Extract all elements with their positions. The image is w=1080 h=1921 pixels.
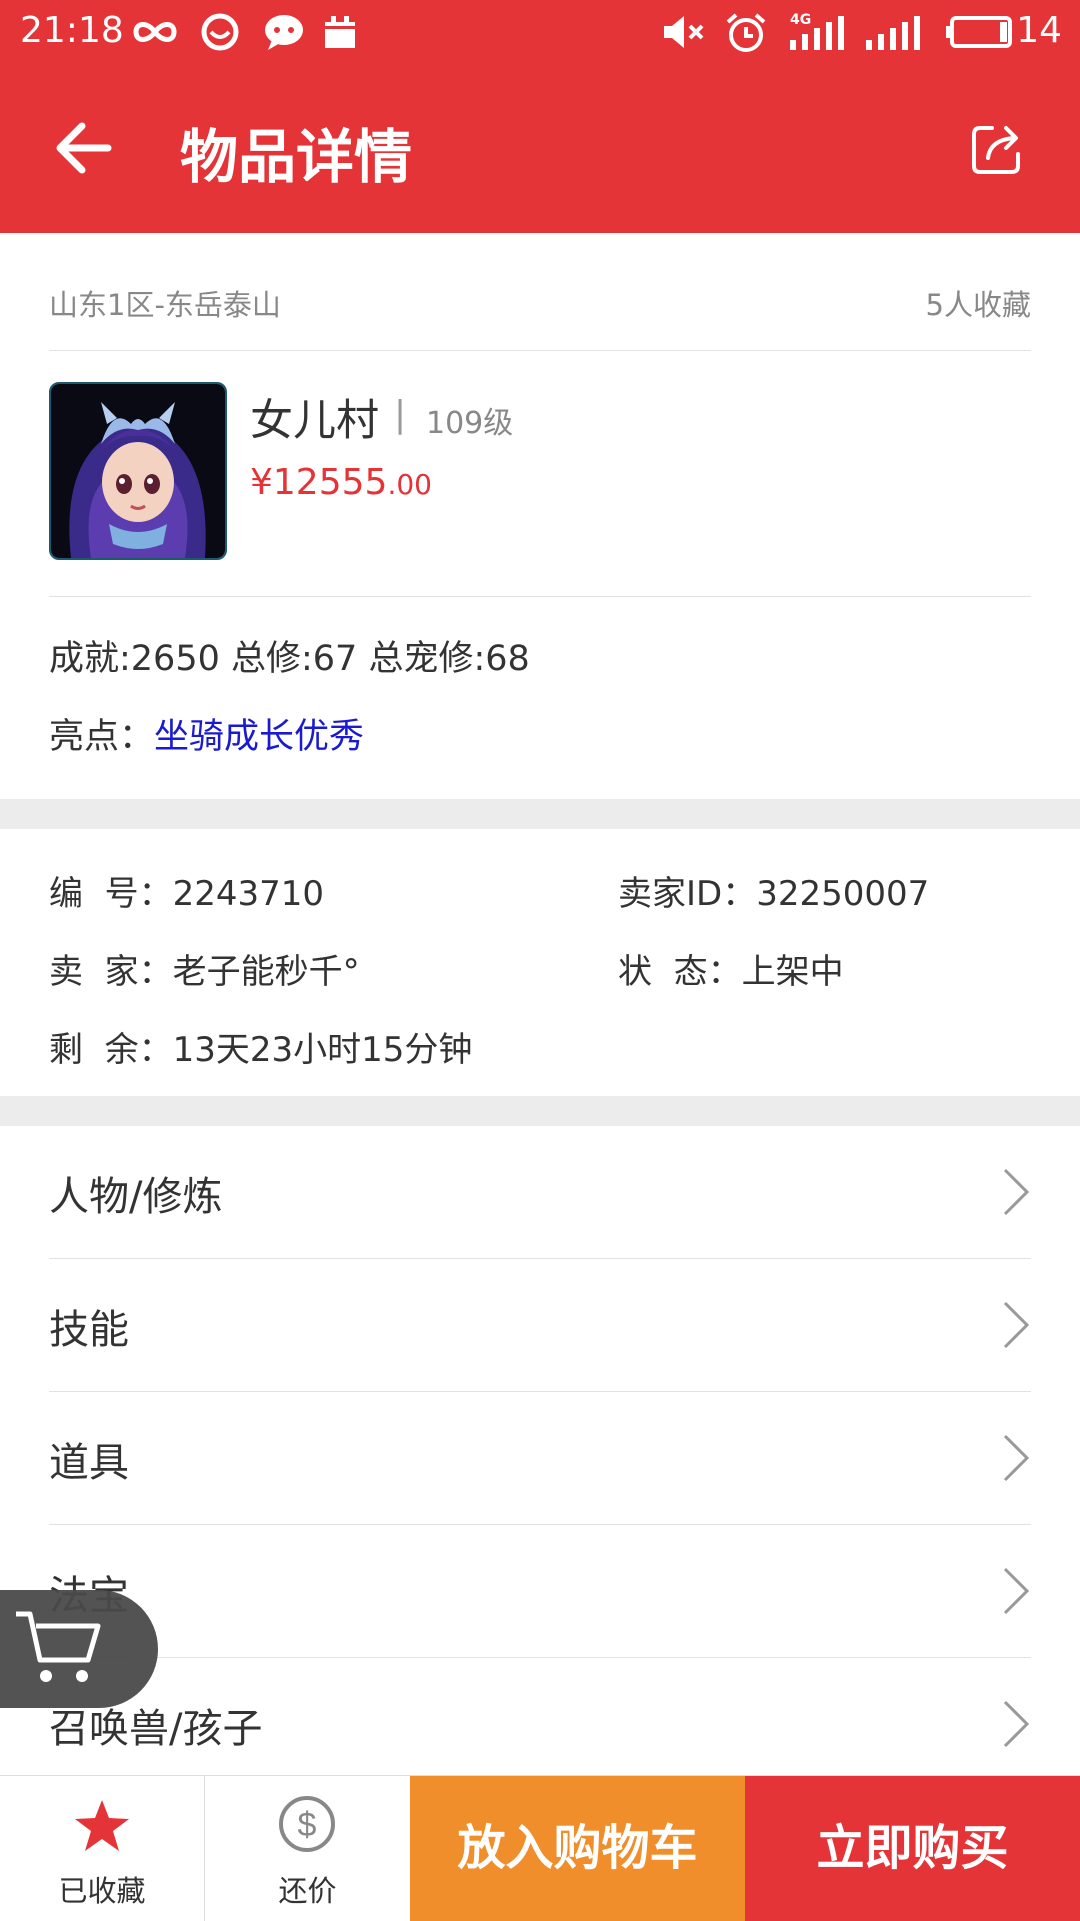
calendar-icon xyxy=(325,16,355,48)
seller-id-label: 卖家ID： xyxy=(618,874,757,914)
chevron-right-icon xyxy=(1003,1168,1030,1216)
status-value: 上架中 xyxy=(741,952,844,992)
favorite-button[interactable]: 已收藏 xyxy=(0,1776,205,1921)
infinity-icon xyxy=(133,22,177,42)
bargain-label: 还价 xyxy=(278,1874,337,1908)
listing-status: 状 态：上架中 xyxy=(618,944,844,993)
item-id-value: 2243710 xyxy=(172,874,325,914)
divider xyxy=(49,350,1031,351)
signal-icon-2 xyxy=(866,16,920,50)
dollar-coin-icon: $ xyxy=(279,1796,335,1852)
battery-level: 14 xyxy=(1016,10,1062,51)
battery-icon xyxy=(946,16,1012,48)
menu-item-label: 道具 xyxy=(49,1440,129,1486)
star-icon xyxy=(75,1800,129,1851)
price-decimal: .00 xyxy=(387,468,432,501)
menu-item-items[interactable]: 道具 xyxy=(49,1392,1031,1525)
character-avatar xyxy=(49,382,227,560)
character-portrait-image xyxy=(51,384,225,558)
highlight-value: 坐骑成长优秀 xyxy=(154,717,365,757)
chevron-right-icon xyxy=(1003,1301,1030,1349)
item-highlight: 亮点：坐骑成长优秀 xyxy=(49,708,364,759)
back-arrow-icon[interactable] xyxy=(52,118,116,178)
menu-item-summons[interactable]: 召唤兽/孩子 xyxy=(49,1658,1031,1791)
highlight-label: 亮点： xyxy=(49,717,155,757)
remaining-value: 13天23小时15分钟 xyxy=(172,1030,473,1070)
time-remaining: 剩 余：13天23小时15分钟 xyxy=(49,1022,472,1071)
seller-id: 卖家ID：32250007 xyxy=(618,866,929,915)
chat-bubble-icon xyxy=(265,15,303,50)
seller-value: 老子能秒千° xyxy=(172,952,360,992)
status-time: 21:18 xyxy=(20,10,124,51)
status-label: 状 态： xyxy=(618,952,742,992)
item-level: 109级 xyxy=(426,406,514,441)
menu-item-treasures[interactable]: 法宝 xyxy=(49,1525,1031,1658)
divider xyxy=(49,596,1031,597)
menu-item-skills[interactable]: 技能 xyxy=(49,1259,1031,1392)
seller: 卖 家：老子能秒千° xyxy=(49,944,360,993)
item-stats: 成就:2650 总修:67 总宠修:68 xyxy=(49,639,530,679)
favorite-label: 已收藏 xyxy=(58,1874,146,1908)
bottom-action-bar: 已收藏 $ 还价 放入购物车 立即购买 xyxy=(0,1775,1080,1921)
price-main: ¥12555 xyxy=(250,462,388,503)
chevron-right-icon xyxy=(1003,1567,1030,1615)
menu-item-label: 人物/修炼 xyxy=(49,1174,223,1220)
item-name: 女儿村 xyxy=(250,396,379,446)
item-price: ¥12555.00 xyxy=(250,462,432,503)
alarm-icon xyxy=(726,13,766,52)
item-id-label: 编 号： xyxy=(49,874,173,914)
section-gap xyxy=(0,799,1080,829)
status-bar: 21:18 4G 14 xyxy=(0,0,1080,66)
add-to-cart-button[interactable]: 放入购物车 xyxy=(410,1776,745,1921)
seller-label: 卖 家： xyxy=(49,952,173,992)
menu-item-character[interactable]: 人物/修炼 xyxy=(49,1126,1031,1259)
floating-cart-button[interactable] xyxy=(0,1590,158,1708)
svg-text:$: $ xyxy=(298,1806,317,1844)
share-icon[interactable] xyxy=(970,120,1026,176)
signal-icon xyxy=(790,16,844,50)
smiley-icon xyxy=(201,13,239,51)
seller-id-value: 32250007 xyxy=(756,874,930,914)
mute-icon xyxy=(664,16,704,48)
chevron-right-icon xyxy=(1003,1700,1030,1748)
remaining-label: 剩 余： xyxy=(49,1030,173,1070)
server-region: 山东1区-东岳泰山 xyxy=(49,288,281,322)
page-title: 物品详情 xyxy=(180,123,413,191)
section-gap xyxy=(0,1096,1080,1126)
bargain-button[interactable]: $ 还价 xyxy=(205,1776,410,1921)
chevron-right-icon xyxy=(1003,1434,1030,1482)
item-id: 编 号：2243710 xyxy=(49,866,324,915)
cart-icon xyxy=(16,1611,101,1682)
favorite-count: 5人收藏 xyxy=(925,288,1031,322)
menu-item-label: 技能 xyxy=(49,1307,129,1353)
item-separator: | xyxy=(394,394,407,435)
app-bar: 物品详情 xyxy=(0,66,1080,233)
buy-now-button[interactable]: 立即购买 xyxy=(745,1776,1080,1921)
